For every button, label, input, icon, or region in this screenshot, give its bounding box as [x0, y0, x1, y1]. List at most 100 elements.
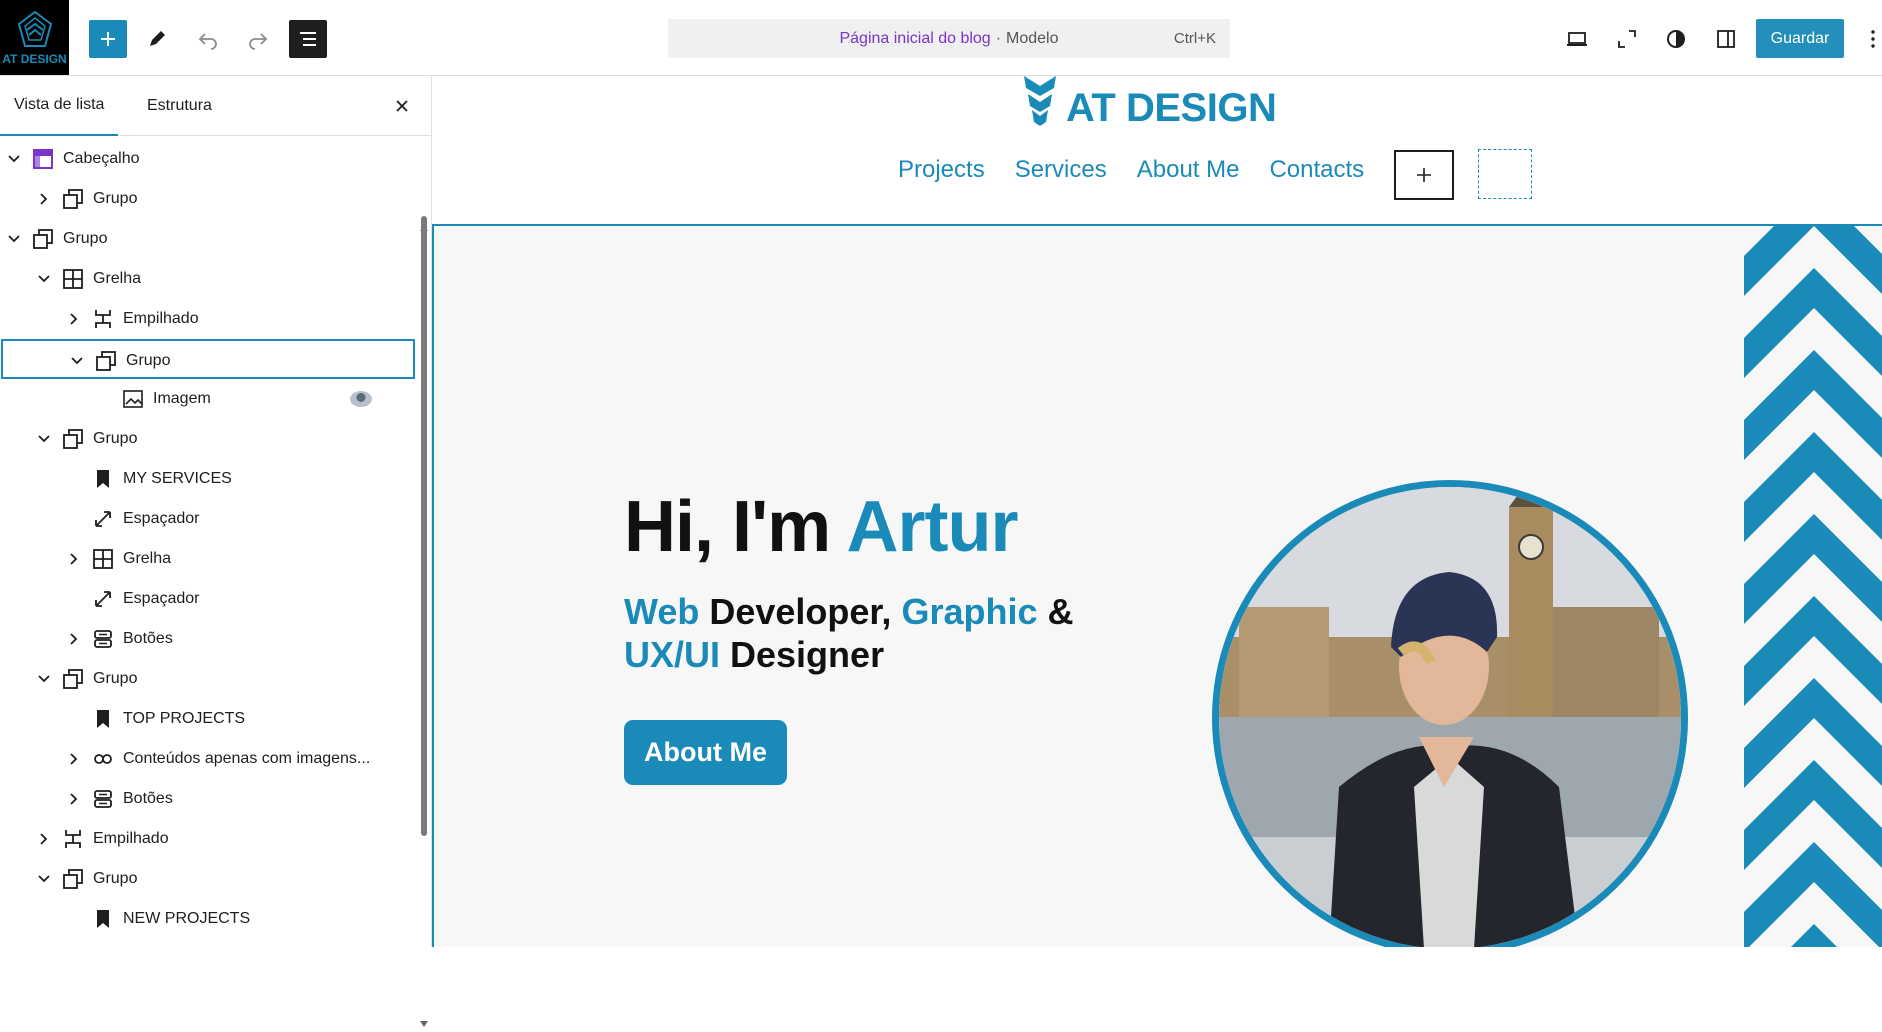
hero-section[interactable]: Hi, I'm Artur Web Developer, Graphic & U…	[432, 224, 1882, 947]
plus-icon	[101, 32, 115, 46]
zoom-out-button[interactable]	[1608, 20, 1646, 58]
hero-title[interactable]: Hi, I'm Artur	[624, 486, 1019, 568]
chevron-right-icon[interactable]	[66, 751, 82, 767]
chevron-down-icon[interactable]	[69, 353, 85, 369]
list-scrollbar-thumb[interactable]	[421, 216, 427, 836]
group-icon	[33, 229, 53, 249]
list-view-row[interactable]: Botões	[0, 619, 416, 659]
nav-link-projects[interactable]: Projects	[898, 156, 985, 184]
chevron-down-icon[interactable]	[36, 871, 52, 887]
nav-link-services[interactable]: Services	[1015, 156, 1107, 184]
list-view-row[interactable]: TOP PROJECTS	[0, 699, 416, 739]
chevron-down-icon[interactable]	[6, 231, 22, 247]
undo-button[interactable]	[189, 20, 227, 58]
list-view-row[interactable]: Conteúdos apenas com imagens...	[0, 739, 416, 779]
brand-emblem-icon	[1024, 76, 1056, 126]
profile-photo-illustration	[1219, 487, 1681, 947]
chevron-right-icon[interactable]	[66, 631, 82, 647]
command-palette-bar[interactable]: Página inicial do blog · Modelo Ctrl+K	[668, 19, 1230, 58]
more-vertical-icon	[1871, 30, 1875, 48]
list-view-row-label: Grupo	[63, 230, 108, 247]
device-preview-button[interactable]	[1558, 20, 1596, 58]
document-overview-button[interactable]	[289, 20, 327, 58]
list-view-row[interactable]: Espaçador	[0, 579, 416, 619]
editor-canvas: AT DESIGN Projects Services About Me Con…	[432, 76, 1882, 947]
add-block-button[interactable]	[89, 20, 127, 58]
list-view-row-label: Empilhado	[123, 310, 199, 327]
options-menu-button[interactable]	[1864, 20, 1882, 58]
block-placeholder[interactable]	[1478, 149, 1532, 199]
list-view-row-label: Espaçador	[123, 510, 200, 527]
save-button[interactable]: Guardar	[1756, 19, 1844, 58]
document-type: Modelo	[1006, 29, 1059, 47]
plus-icon	[1417, 168, 1431, 182]
styles-button[interactable]	[1657, 20, 1695, 58]
scroll-down-arrow[interactable]	[420, 1014, 428, 1027]
list-view-row-label: Grupo	[93, 190, 138, 207]
settings-sidebar-button[interactable]	[1707, 20, 1745, 58]
list-view-row[interactable]: NEW PROJECTS	[0, 899, 416, 939]
redo-icon	[249, 33, 268, 50]
brand-name: AT DESIGN	[1066, 86, 1277, 130]
list-view-row[interactable]: Grupo	[0, 179, 416, 219]
list-view-row[interactable]: Grupo	[0, 219, 416, 259]
laptop-icon	[1567, 32, 1587, 46]
chevron-down-icon[interactable]	[36, 671, 52, 687]
subtitle-part: Graphic	[901, 591, 1038, 632]
tab-structure[interactable]: Estrutura	[133, 76, 226, 136]
chevron-right-icon[interactable]	[66, 311, 82, 327]
list-view-row[interactable]: Cabeçalho	[0, 139, 416, 179]
list-view-row-label: Grupo	[93, 670, 138, 687]
list-view-row-label: Grupo	[93, 430, 138, 447]
list-view-row-label: TOP PROJECTS	[123, 710, 246, 727]
list-view-row[interactable]: Grelha	[0, 539, 416, 579]
grid-icon	[63, 269, 83, 289]
list-view-row[interactable]: Grupo	[0, 659, 416, 699]
chevron-down-icon[interactable]	[36, 431, 52, 447]
about-me-button[interactable]: About Me	[624, 720, 787, 785]
list-view-row[interactable]: Grupo	[0, 419, 416, 459]
subtitle-part: Designer	[720, 634, 885, 675]
list-view-row[interactable]: MY SERVICES	[0, 459, 416, 499]
list-view-row[interactable]: Empilhado	[0, 299, 416, 339]
tab-list-view[interactable]: Vista de lista	[0, 76, 119, 136]
edit-tools-button[interactable]	[138, 20, 176, 58]
site-header[interactable]: AT DESIGN Projects Services About Me Con…	[432, 76, 1882, 224]
list-view-row[interactable]: Grelha	[0, 259, 416, 299]
list-view-row-label: Grelha	[123, 550, 172, 567]
chevron-down-icon[interactable]	[36, 271, 52, 287]
chevron-right-icon[interactable]	[66, 791, 82, 807]
list-view-row[interactable]: Espaçador	[0, 499, 416, 539]
list-view-row-label: Cabeçalho	[63, 150, 140, 167]
nav-link-contacts[interactable]: Contacts	[1269, 156, 1364, 184]
chevron-down-icon[interactable]	[6, 151, 22, 167]
pencil-icon	[150, 31, 165, 46]
subtitle-part: &	[1037, 591, 1074, 632]
add-nav-item-button[interactable]	[1394, 150, 1454, 200]
site-icon-button[interactable]: AT DESIGN	[0, 0, 69, 75]
list-view-row[interactable]: Grupo	[1, 339, 415, 379]
heading-bookmark-icon	[97, 710, 109, 728]
list-view-row[interactable]: Grupo	[0, 859, 416, 899]
list-view-row[interactable]: Empilhado	[0, 819, 416, 859]
site-brand[interactable]: AT DESIGN	[1020, 76, 1277, 130]
buttons-icon	[94, 630, 112, 648]
list-view-row-label: Grelha	[93, 270, 142, 287]
list-view-row-label: Grupo	[93, 870, 138, 887]
chevron-right-icon[interactable]	[66, 551, 82, 567]
undo-icon	[198, 33, 217, 50]
subtitle-part: Developer,	[699, 591, 902, 632]
heading-bookmark-icon	[97, 470, 109, 488]
profile-photo[interactable]	[1212, 480, 1688, 947]
redo-button[interactable]	[239, 20, 277, 58]
chevron-right-icon[interactable]	[36, 191, 52, 207]
close-sidebar-button[interactable]	[389, 91, 415, 121]
list-view-row-label: Botões	[123, 630, 173, 647]
list-view-row-label: Conteúdos apenas com imagens...	[123, 750, 371, 767]
list-view-row[interactable]: Imagem	[0, 379, 416, 419]
chevron-right-icon[interactable]	[36, 831, 52, 847]
hero-subtitle[interactable]: Web Developer, Graphic & UX/UI Designer	[624, 590, 1124, 676]
list-view-row[interactable]: Botões	[0, 779, 416, 819]
nav-link-about-me[interactable]: About Me	[1137, 156, 1240, 184]
spacer-icon	[95, 511, 111, 527]
